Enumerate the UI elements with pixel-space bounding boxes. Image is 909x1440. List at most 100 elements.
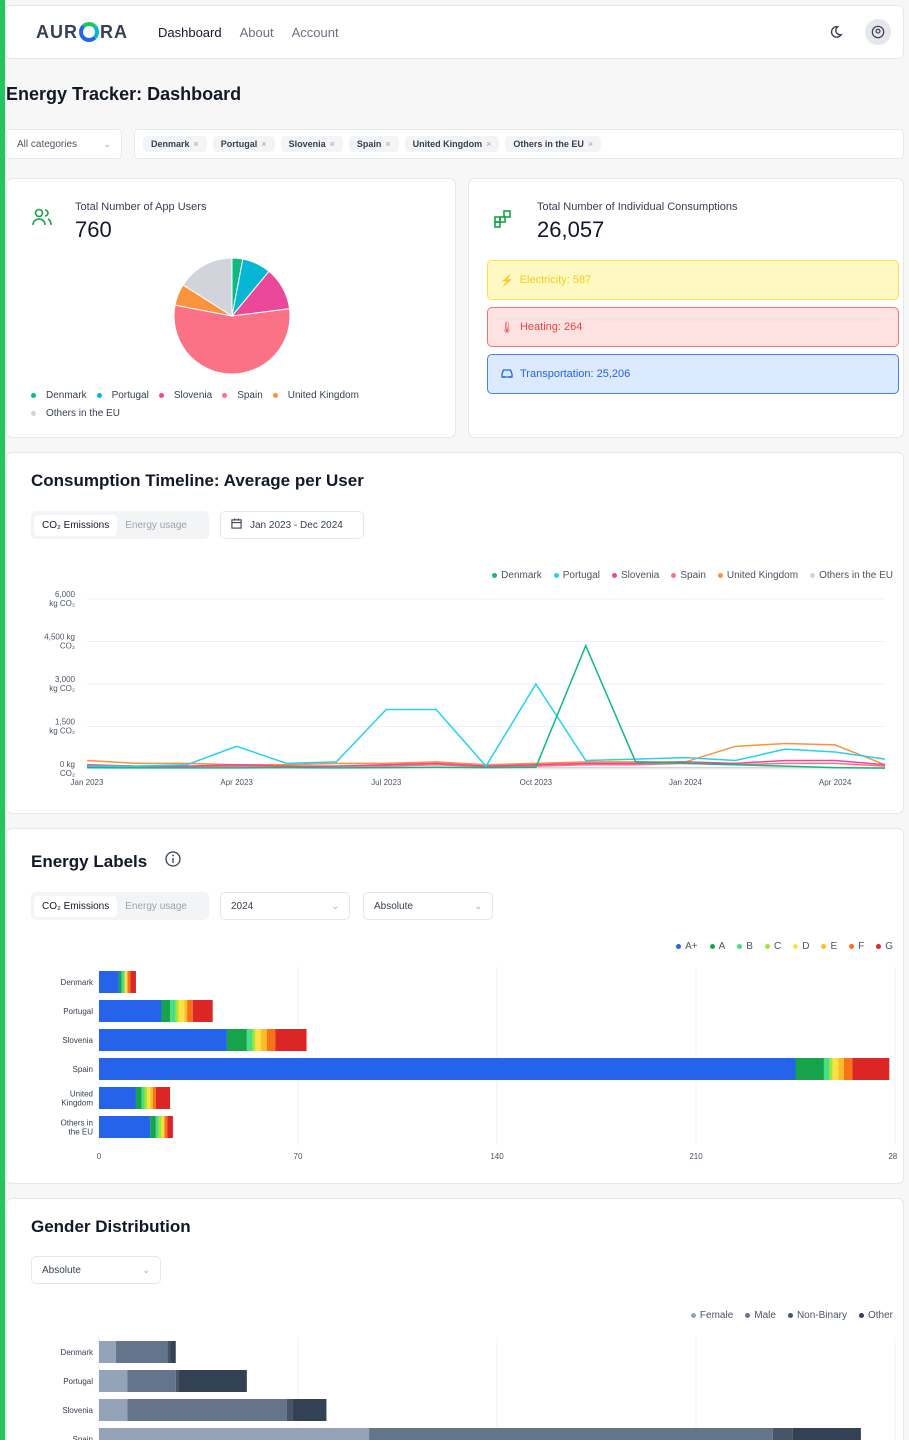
bar-denmark-male[interactable] <box>116 1341 168 1363</box>
bar-others-in-the-eu-a[interactable] <box>99 1116 151 1138</box>
user-circle-icon[interactable] <box>865 19 891 45</box>
bar-spain-f[interactable] <box>843 1058 853 1080</box>
bar-denmark-a[interactable] <box>99 971 119 993</box>
timeline-legend-united-kingdom[interactable]: United Kingdom <box>717 570 798 581</box>
chip-united-kingdom[interactable]: United Kingdom × <box>404 136 500 152</box>
bar-united-kingdom-a[interactable] <box>99 1087 136 1109</box>
timeline-legend-denmark[interactable]: Denmark <box>492 570 542 581</box>
bar-others-in-the-eu-c[interactable] <box>158 1116 162 1138</box>
close-icon[interactable]: × <box>261 139 266 149</box>
bar-portugal-male[interactable] <box>127 1370 176 1392</box>
bar-united-kingdom-g[interactable] <box>155 1087 171 1109</box>
bar-united-kingdom-c[interactable] <box>144 1087 148 1109</box>
bar-spain-non-binary[interactable] <box>772 1428 793 1440</box>
bar-others-in-the-eu-f[interactable] <box>164 1116 168 1138</box>
moon-icon[interactable] <box>823 19 849 45</box>
timeline-legend-slovenia[interactable]: Slovenia <box>611 570 659 581</box>
bar-denmark-f[interactable] <box>127 971 131 993</box>
pie-legend-slovenia[interactable]: Slovenia <box>158 390 212 401</box>
bar-united-kingdom-f[interactable] <box>153 1087 156 1109</box>
chip-spain[interactable]: Spain × <box>348 136 399 152</box>
category-select[interactable]: All categories ⌄ <box>6 129 122 159</box>
bar-denmark-female[interactable] <box>99 1341 117 1363</box>
close-icon[interactable]: × <box>330 139 335 149</box>
tab-co2-emissions[interactable]: CO₂ Emissions <box>34 514 118 536</box>
bar-spain-a[interactable] <box>99 1058 796 1080</box>
bar-slovenia-b[interactable] <box>246 1029 253 1051</box>
bar-denmark-other[interactable] <box>170 1341 176 1363</box>
labels-legend-d[interactable]: D <box>793 941 809 952</box>
bar-portugal-a[interactable] <box>99 1000 162 1022</box>
bar-united-kingdom-e[interactable] <box>150 1087 154 1109</box>
tab-energy-usage[interactable]: Energy usage <box>117 896 195 917</box>
bar-slovenia-female[interactable] <box>99 1399 128 1421</box>
labels-legend-a[interactable]: A+ <box>676 941 698 952</box>
pie-legend-spain[interactable]: Spain <box>222 390 263 401</box>
bar-spain-other[interactable] <box>792 1428 861 1440</box>
bar-slovenia-g[interactable] <box>275 1029 307 1051</box>
bar-slovenia-male[interactable] <box>127 1399 287 1421</box>
gender-legend-non-binary[interactable]: Non-Binary <box>787 1310 847 1321</box>
gender-legend-other[interactable]: Other <box>858 1310 893 1321</box>
series-line-denmark[interactable] <box>86 643 886 769</box>
bar-denmark-g[interactable] <box>130 971 136 993</box>
bar-spain-g[interactable] <box>852 1058 890 1080</box>
date-range-picker[interactable]: Jan 2023 - Dec 2024 <box>220 511 364 539</box>
nav-account[interactable]: Account <box>292 25 339 40</box>
close-icon[interactable]: × <box>588 139 593 149</box>
bar-portugal-d[interactable] <box>178 1000 185 1022</box>
bar-portugal-other[interactable] <box>178 1370 247 1392</box>
electricity-box[interactable]: ⚡ Electricity: 587 <box>487 260 899 300</box>
bar-denmark-d[interactable] <box>124 971 128 993</box>
labels-legend-c[interactable]: C <box>764 941 781 952</box>
bar-others-in-the-eu-a[interactable] <box>150 1116 156 1138</box>
bar-others-in-the-eu-g[interactable] <box>167 1116 173 1138</box>
bar-slovenia-e[interactable] <box>261 1029 267 1051</box>
bar-portugal-b[interactable] <box>170 1000 176 1022</box>
bar-others-in-the-eu-d[interactable] <box>161 1116 165 1138</box>
year-select[interactable]: 2024 ⌄ <box>220 892 350 920</box>
bar-denmark-a[interactable] <box>118 971 122 993</box>
labels-legend-f[interactable]: F <box>849 941 864 952</box>
aurora-logo[interactable]: AUR RA <box>36 22 128 43</box>
bar-slovenia-c[interactable] <box>252 1029 256 1051</box>
pie-legend-united-kingdom[interactable]: United Kingdom <box>272 390 359 401</box>
info-icon[interactable] <box>165 851 181 872</box>
bar-united-kingdom-a[interactable] <box>135 1087 142 1109</box>
bar-slovenia-d[interactable] <box>255 1029 262 1051</box>
close-icon[interactable]: × <box>486 139 491 149</box>
bar-denmark-non-binary[interactable] <box>167 1341 171 1363</box>
bar-spain-e[interactable] <box>838 1058 844 1080</box>
chip-portugal[interactable]: Portugal × <box>212 136 275 152</box>
bar-slovenia-a[interactable] <box>226 1029 247 1051</box>
close-icon[interactable]: × <box>194 139 199 149</box>
pie-legend-portugal[interactable]: Portugal <box>96 390 149 401</box>
country-filter[interactable]: Denmark × Portugal × Slovenia × Spain × Unit… <box>134 129 904 159</box>
chip-denmark[interactable]: Denmark × <box>143 136 207 152</box>
timeline-legend-portugal[interactable]: Portugal <box>553 570 600 581</box>
bar-slovenia-f[interactable] <box>266 1029 276 1051</box>
bar-others-in-the-eu-b[interactable] <box>155 1116 159 1138</box>
bar-portugal-e[interactable] <box>184 1000 188 1022</box>
gender-legend-female[interactable]: Female <box>690 1310 733 1321</box>
bar-portugal-non-binary[interactable] <box>175 1370 179 1392</box>
bar-portugal-c[interactable] <box>175 1000 179 1022</box>
bar-united-kingdom-d[interactable] <box>147 1087 151 1109</box>
bar-portugal-a[interactable] <box>161 1000 171 1022</box>
bar-portugal-g[interactable] <box>192 1000 213 1022</box>
bar-spain-c[interactable] <box>829 1058 833 1080</box>
bar-slovenia-a[interactable] <box>99 1029 227 1051</box>
nav-about[interactable]: About <box>240 25 274 40</box>
bar-denmark-b[interactable] <box>121 971 125 993</box>
chip-others-eu[interactable]: Others in the EU × <box>505 136 602 152</box>
bar-spain-male[interactable] <box>369 1428 773 1440</box>
tab-energy-usage[interactable]: Energy usage <box>117 515 195 536</box>
bar-spain-b[interactable] <box>823 1058 830 1080</box>
bar-spain-female[interactable] <box>99 1428 370 1440</box>
timeline-legend-others-in-the-eu[interactable]: Others in the EU <box>810 570 893 581</box>
bar-spain-d[interactable] <box>832 1058 839 1080</box>
labels-legend-g[interactable]: G <box>876 941 893 952</box>
pie-legend-others-in-the-eu[interactable]: Others in the EU <box>31 408 120 419</box>
gender-legend-male[interactable]: Male <box>745 1310 776 1321</box>
bar-slovenia-other[interactable] <box>292 1399 327 1421</box>
